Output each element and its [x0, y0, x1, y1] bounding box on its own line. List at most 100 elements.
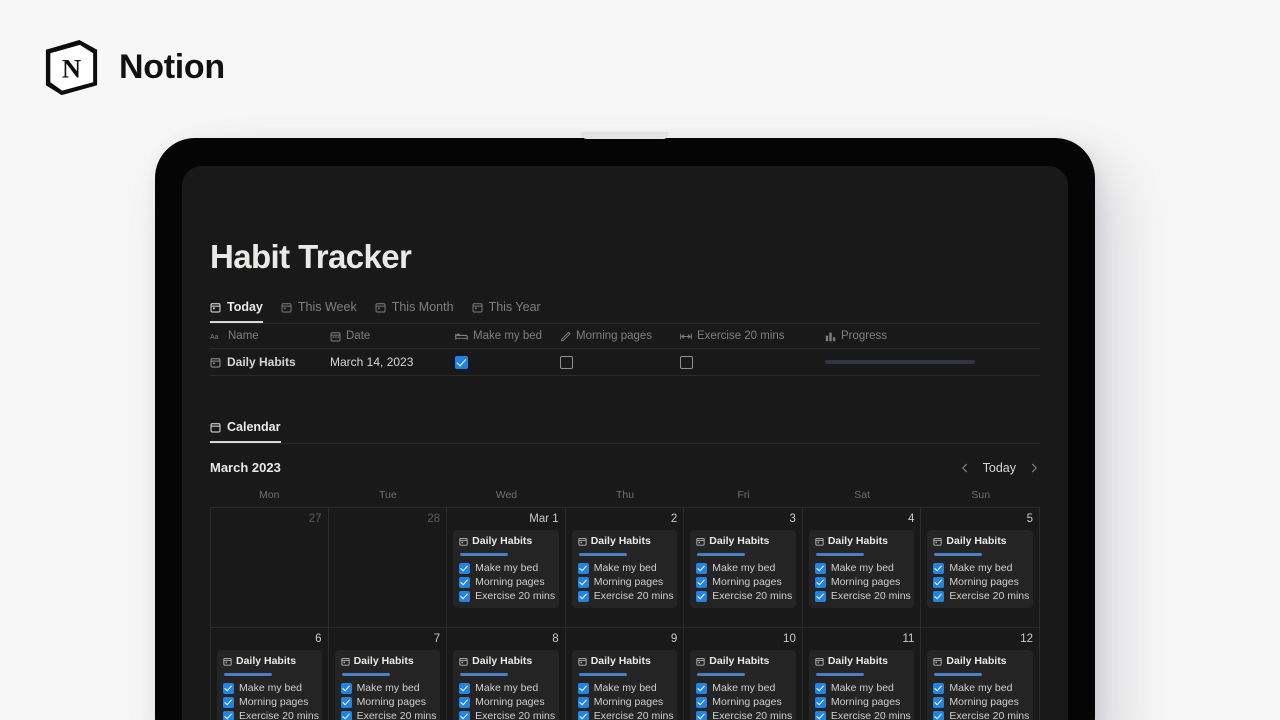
checkbox-event-item[interactable] [814, 682, 826, 694]
checkbox-event-item[interactable] [933, 590, 945, 602]
checkbox-event-item[interactable] [696, 682, 708, 694]
cell-exercise[interactable] [680, 355, 825, 369]
column-header-name[interactable]: Aa Name [210, 330, 330, 342]
calendar-event-card[interactable]: Daily Habits Make my bed Morning pages Exer… [217, 650, 322, 720]
calendar-day-cell[interactable]: 2 Daily Habits Make my bed Morning pages Exe… [566, 508, 685, 627]
calendar-day-cell[interactable]: 9 Daily Habits Make my bed Morning pages Exe… [566, 628, 685, 720]
calendar-event-item[interactable]: Make my bed [814, 682, 909, 694]
checkbox-event-item[interactable] [933, 710, 945, 720]
calendar-event-item[interactable]: Morning pages [340, 696, 435, 708]
calendar-event-card[interactable]: Daily Habits Make my bed Morning pages Exer… [808, 650, 915, 720]
calendar-event-card[interactable]: Daily Habits Make my bed Morning pages Exer… [334, 650, 441, 720]
checkbox-event-item[interactable] [577, 562, 589, 574]
calendar-event-item[interactable]: Exercise 20 mins [459, 710, 555, 720]
tab-calendar[interactable]: Calendar [210, 420, 281, 443]
calendar-event-item[interactable]: Morning pages [577, 576, 672, 588]
tab-this-month[interactable]: This Month [375, 300, 454, 323]
checkbox-event-item[interactable] [340, 696, 352, 708]
calendar-event-item[interactable]: Make my bed [814, 562, 909, 574]
checkbox-event-item[interactable] [933, 562, 945, 574]
calendar-event-item[interactable]: Morning pages [933, 576, 1027, 588]
column-header-date[interactable]: Date [330, 330, 455, 342]
checkbox-event-item[interactable] [814, 696, 826, 708]
calendar-event-item[interactable]: Make my bed [459, 562, 553, 574]
calendar-event-card[interactable]: Daily Habits Make my bed Morning pages Exer… [927, 530, 1033, 608]
calendar-event-item[interactable]: Exercise 20 mins [577, 710, 674, 720]
calendar-event-item[interactable]: Morning pages [814, 576, 909, 588]
calendar-day-cell[interactable]: 5 Daily Habits Make my bed Morning pages Exe… [921, 508, 1040, 627]
calendar-today-button[interactable]: Today [983, 461, 1016, 475]
calendar-event-item[interactable]: Make my bed [577, 562, 672, 574]
checkbox-event-item[interactable] [223, 682, 234, 694]
calendar-event-item[interactable]: Exercise 20 mins [814, 710, 911, 720]
calendar-event-item[interactable]: Exercise 20 mins [696, 590, 792, 602]
calendar-next-button[interactable] [1028, 462, 1040, 474]
calendar-event-card[interactable]: Daily Habits Make my bed Morning pages Exer… [453, 650, 559, 720]
calendar-event-card[interactable]: Daily Habits Make my bed Morning pages Exer… [927, 650, 1033, 720]
calendar-event-item[interactable]: Make my bed [933, 562, 1027, 574]
calendar-prev-button[interactable] [959, 462, 971, 474]
cell-morning-pages[interactable] [560, 355, 680, 369]
calendar-event-item[interactable]: Exercise 20 mins [696, 710, 792, 720]
calendar-day-cell[interactable]: 10 Daily Habits Make my bed Morning pages Ex… [684, 628, 803, 720]
checkbox-make-my-bed[interactable] [455, 355, 468, 369]
checkbox-event-item[interactable] [223, 696, 234, 708]
calendar-event-item[interactable]: Morning pages [814, 696, 909, 708]
checkbox-event-item[interactable] [459, 590, 471, 602]
calendar-event-item[interactable]: Exercise 20 mins [223, 710, 319, 720]
checkbox-event-item[interactable] [696, 576, 708, 588]
calendar-event-item[interactable]: Exercise 20 mins [459, 590, 555, 602]
checkbox-event-item[interactable] [459, 710, 471, 720]
calendar-day-cell[interactable]: 8 Daily Habits Make my bed Morning pages Exe… [447, 628, 566, 720]
calendar-event-item[interactable]: Morning pages [696, 696, 790, 708]
checkbox-event-item[interactable] [223, 710, 234, 720]
calendar-event-item[interactable]: Morning pages [577, 696, 672, 708]
calendar-event-item[interactable]: Make my bed [933, 682, 1027, 694]
checkbox-event-item[interactable] [577, 682, 589, 694]
calendar-day-cell[interactable]: 7 Daily Habits Make my bed Morning pages Exe… [329, 628, 448, 720]
checkbox-event-item[interactable] [933, 576, 945, 588]
calendar-day-cell[interactable]: 28 [329, 508, 448, 627]
calendar-day-cell[interactable]: 11 Daily Habits Make my bed Morning pages Ex… [803, 628, 922, 720]
calendar-event-card[interactable]: Daily Habits Make my bed Morning pages Exer… [690, 530, 796, 608]
calendar-event-item[interactable]: Make my bed [459, 682, 553, 694]
calendar-event-item[interactable]: Exercise 20 mins [577, 590, 674, 602]
cell-name[interactable]: Daily Habits [210, 355, 330, 369]
column-header-progress[interactable]: Progress [825, 330, 1040, 342]
checkbox-event-item[interactable] [814, 576, 826, 588]
checkbox-event-item[interactable] [696, 562, 708, 574]
calendar-event-item[interactable]: Exercise 20 mins [933, 710, 1029, 720]
checkbox-event-item[interactable] [577, 576, 589, 588]
checkbox-event-item[interactable] [459, 682, 471, 694]
calendar-event-card[interactable]: Daily Habits Make my bed Morning pages Exer… [808, 530, 915, 608]
tab-this-week[interactable]: This Week [281, 300, 357, 323]
calendar-event-item[interactable]: Exercise 20 mins [340, 710, 437, 720]
calendar-event-item[interactable]: Make my bed [223, 682, 316, 694]
checkbox-event-item[interactable] [459, 576, 471, 588]
calendar-event-item[interactable]: Morning pages [459, 696, 553, 708]
calendar-event-card[interactable]: Daily Habits Make my bed Morning pages Exer… [453, 530, 559, 608]
cell-date[interactable]: March 14, 2023 [330, 355, 455, 369]
calendar-day-cell[interactable]: 3 Daily Habits Make my bed Morning pages Exe… [684, 508, 803, 627]
calendar-event-item[interactable]: Morning pages [933, 696, 1027, 708]
calendar-event-card[interactable]: Daily Habits Make my bed Morning pages Exer… [571, 530, 678, 608]
calendar-day-cell[interactable]: 27 [210, 508, 329, 627]
checkbox-event-item[interactable] [340, 682, 352, 694]
calendar-day-cell[interactable]: 4 Daily Habits Make my bed Morning pages Exe… [803, 508, 922, 627]
calendar-event-item[interactable]: Morning pages [223, 696, 316, 708]
calendar-day-cell[interactable]: Mar 1 Daily Habits Make my bed Morning page… [447, 508, 566, 627]
checkbox-exercise[interactable] [680, 355, 693, 369]
calendar-event-item[interactable]: Make my bed [696, 682, 790, 694]
checkbox-morning-pages[interactable] [560, 355, 573, 369]
calendar-event-item[interactable]: Morning pages [459, 576, 553, 588]
checkbox-event-item[interactable] [696, 590, 708, 602]
checkbox-event-item[interactable] [933, 696, 945, 708]
checkbox-event-item[interactable] [577, 590, 589, 602]
checkbox-event-item[interactable] [814, 590, 826, 602]
calendar-event-item[interactable]: Make my bed [696, 562, 790, 574]
calendar-event-item[interactable]: Morning pages [696, 576, 790, 588]
checkbox-event-item[interactable] [459, 696, 471, 708]
column-header-exercise[interactable]: Exercise 20 mins [680, 330, 825, 342]
calendar-event-card[interactable]: Daily Habits Make my bed Morning pages Exer… [690, 650, 796, 720]
checkbox-event-item[interactable] [577, 710, 589, 720]
